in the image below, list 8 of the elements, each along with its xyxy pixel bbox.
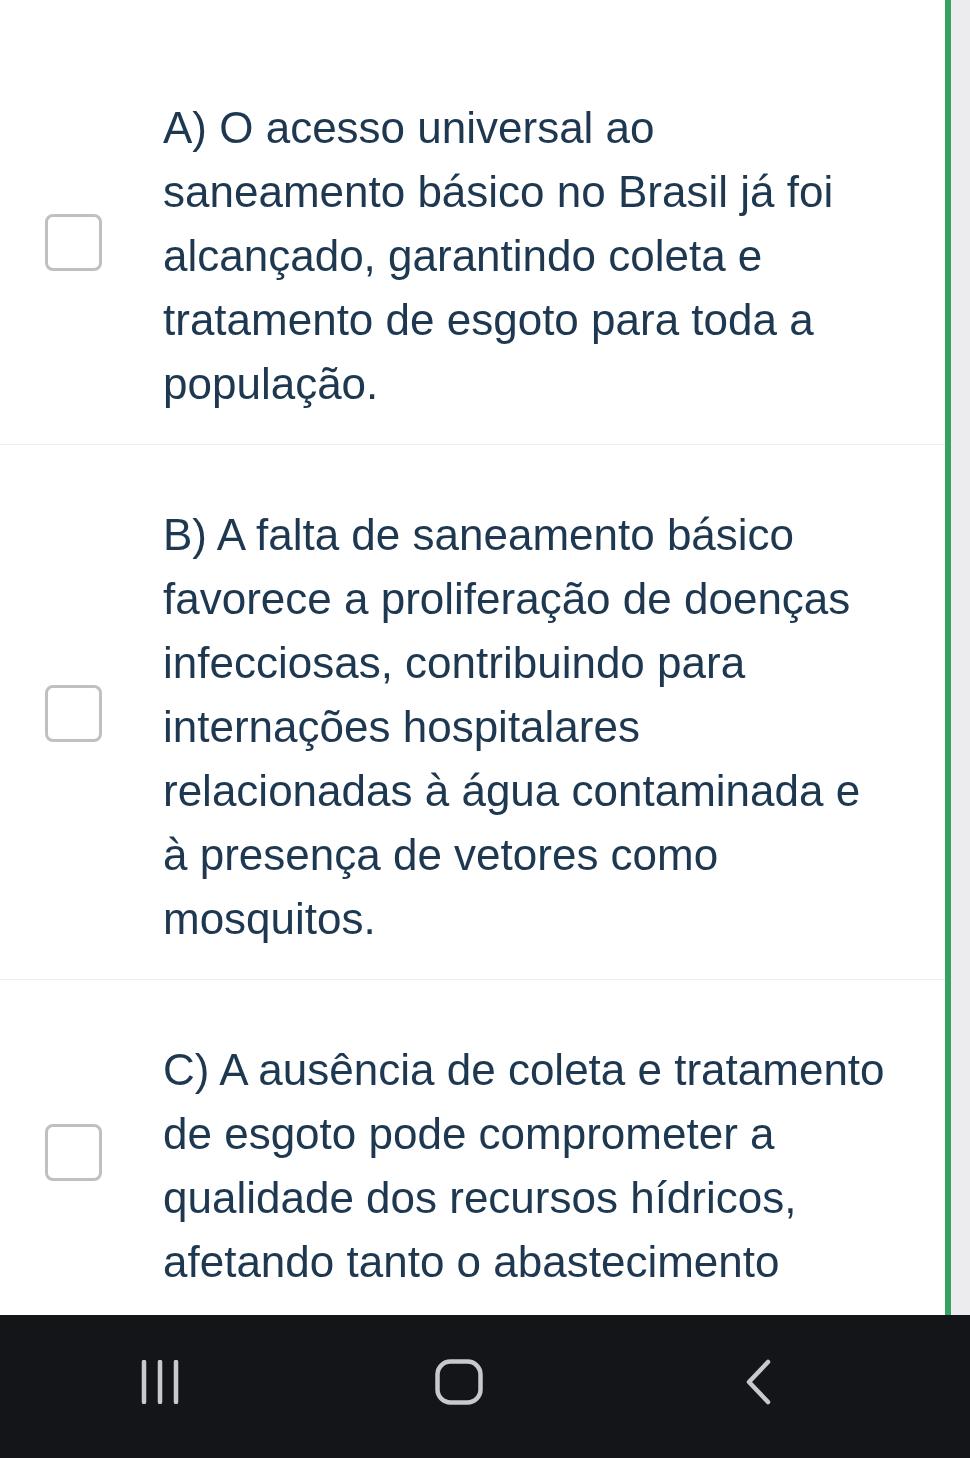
checkbox[interactable] xyxy=(45,684,102,742)
option-text: B) A falta de saneamento básico favorece a proliferação de doenças infecciosas, contribuindo para internações hospitalares relacionadas à água contaminada e à presença de vetores como mosquitos. xyxy=(163,509,862,945)
option-text: A) O acesso universal ao saneamento básico no Brasil já foi alcançado, garantindo coleta e tratamento de esgoto para toda a população. xyxy=(163,102,835,410)
back-icon[interactable] xyxy=(745,1359,771,1406)
option-text: C) A ausência de coleta e tratamento de esgoto pode comprometer a qualidade dos recursos hídricos, afetando tanto o abastecimento xyxy=(163,1044,886,1288)
checkbox[interactable] xyxy=(45,213,102,271)
checkbox[interactable] xyxy=(45,1123,102,1181)
home-icon[interactable] xyxy=(435,1359,483,1406)
